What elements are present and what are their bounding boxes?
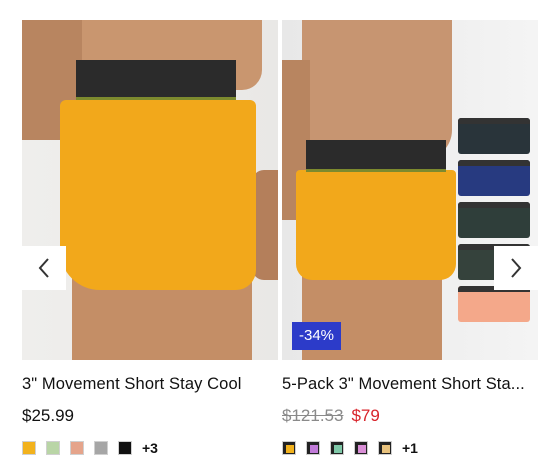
waistband [306,140,446,172]
swatch-yellow[interactable] [22,441,36,455]
original-price: $121.53 [282,406,344,425]
chevron-right-icon [511,258,522,278]
discount-badge: -34% [292,322,342,350]
product-image[interactable]: -34% [282,20,538,360]
swatch-combo-5[interactable] [378,441,392,455]
sale-price: $79 [351,406,380,425]
swatch-combo-4[interactable] [354,441,368,455]
swatch-combo-2[interactable] [306,441,320,455]
product-card[interactable]: -34% 5-Pack 3" Movement Short Sta... $12… [282,20,538,456]
price-row: $25.99 [22,406,278,426]
model-torso [302,20,452,160]
shorts [296,170,456,280]
waistband [76,60,236,100]
pack-short [458,160,530,196]
swatch-green[interactable] [46,441,60,455]
more-colors[interactable]: +3 [142,440,158,456]
shorts [60,100,256,290]
prev-image-button[interactable] [22,246,66,290]
next-image-button[interactable] [494,246,538,290]
pack-short [458,286,530,322]
price-row: $121.53 $79 [282,406,538,426]
product-title[interactable]: 5-Pack 3" Movement Short Sta... [282,374,538,394]
product-image[interactable] [22,20,278,360]
product-price: $25.99 [22,406,74,425]
more-colors[interactable]: +1 [402,440,418,456]
color-swatches: +3 [22,440,278,456]
swatch-peach[interactable] [70,441,84,455]
swatch-black[interactable] [118,441,132,455]
pack-stack [458,118,530,328]
pack-short [458,202,530,238]
chevron-left-icon [38,258,49,278]
product-card[interactable]: 3" Movement Short Stay Cool $25.99 +3 [22,20,278,456]
swatch-combo-1[interactable] [282,441,296,455]
swatch-combo-3[interactable] [330,441,344,455]
swatch-gray[interactable] [94,441,108,455]
product-title[interactable]: 3" Movement Short Stay Cool [22,374,278,394]
color-swatches: +1 [282,440,538,456]
pack-short [458,118,530,154]
